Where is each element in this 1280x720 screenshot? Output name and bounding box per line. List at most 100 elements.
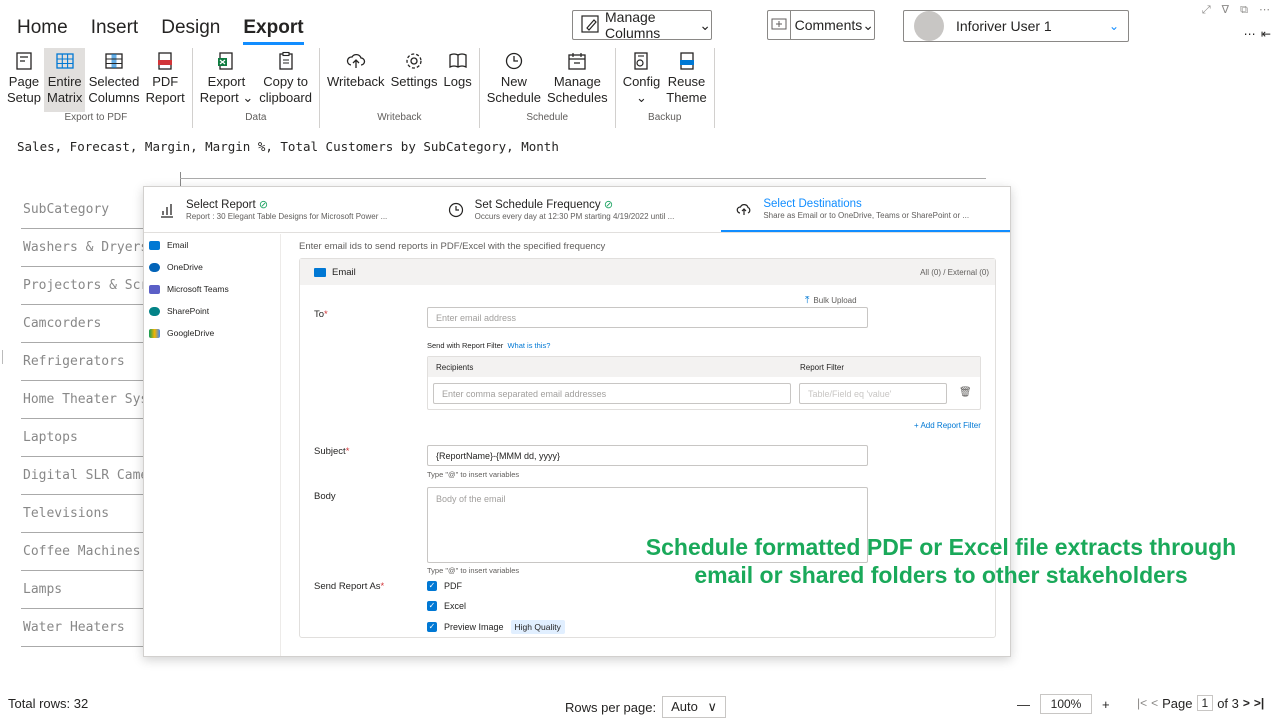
- writeback-button[interactable]: Writeback: [324, 48, 388, 112]
- excel-checkbox[interactable]: ✓ Excel: [427, 601, 466, 611]
- preview-image-checkbox[interactable]: ✓ Preview Image High Quality: [427, 620, 565, 634]
- step-select-report[interactable]: Select Report ⊘ Report : 30 Elegant Tabl…: [144, 187, 433, 232]
- clock-icon: [447, 201, 465, 219]
- visual-header-icons[interactable]: ⤢ ∇ ⧉ ⋯: [1202, 3, 1274, 17]
- wizard-steps: Select Report ⊘ Report : 30 Elegant Tabl…: [144, 187, 1011, 233]
- destination-email[interactable]: Email: [144, 234, 280, 256]
- tab-design[interactable]: Design: [161, 17, 220, 45]
- trash-icon[interactable]: 🗑: [959, 387, 972, 398]
- grid-icon: [53, 50, 77, 72]
- email-settings: Enter email ids to send reports in PDF/E…: [299, 234, 999, 654]
- destination-list: Email OneDrive Microsoft Teams SharePoin…: [144, 234, 281, 656]
- pdf-report-button[interactable]: PDF Report: [143, 48, 188, 112]
- destination-teams[interactable]: Microsoft Teams: [144, 278, 280, 300]
- manage-columns-button[interactable]: Manage Columns ⌄: [572, 9, 712, 41]
- onedrive-icon: [149, 262, 160, 272]
- book-icon: [446, 50, 470, 72]
- recipients-input[interactable]: Enter comma separated email addresses: [433, 383, 791, 404]
- pagination: |< < Page 1 of 3 > >|: [1137, 695, 1265, 711]
- body-variable-hint: Type "@" to insert variables: [427, 566, 520, 575]
- selected-columns-button[interactable]: Selected Columns: [85, 48, 142, 112]
- subject-variable-hint: Type "@" to insert variables: [427, 470, 520, 479]
- to-label: To*: [314, 309, 328, 320]
- comments-label: Comments: [794, 17, 863, 33]
- top-bar: Home Insert Design Export Manage Columns…: [0, 0, 1280, 46]
- destination-googledrive[interactable]: GoogleDrive: [144, 322, 280, 344]
- report-filter-input[interactable]: Table/Field eq 'value': [799, 383, 947, 404]
- page-setup-button[interactable]: Page Setup: [4, 48, 44, 112]
- group-label: Data: [245, 112, 267, 123]
- copy-to-clipboard-button[interactable]: Copy to clipboard: [256, 48, 315, 112]
- checkmark-icon: ✓: [427, 622, 437, 632]
- page-number-input[interactable]: 1: [1196, 695, 1214, 711]
- zoom-in-button[interactable]: +: [1102, 697, 1110, 712]
- cloud-share-icon: [735, 200, 753, 218]
- manage-schedules-button[interactable]: Manage Schedules: [544, 48, 611, 112]
- pdf-icon: [153, 50, 177, 72]
- ribbon: Page Setup Entire Matrix Selected Column…: [0, 48, 720, 128]
- avatar: [914, 11, 944, 41]
- report-filter-header: Recipients Report Filter: [428, 357, 980, 377]
- step-set-schedule-frequency[interactable]: Set Schedule Frequency ⊘ Occurs every da…: [433, 187, 722, 232]
- entire-matrix-button[interactable]: Entire Matrix: [43, 48, 86, 112]
- more-options-icon[interactable]: ⋯ ⇤: [1244, 27, 1272, 41]
- logs-button[interactable]: Logs: [441, 48, 475, 112]
- reuse-theme-button[interactable]: Reuse Theme: [663, 48, 709, 112]
- next-page-icon[interactable]: >: [1243, 696, 1250, 710]
- excel-icon: [214, 50, 238, 72]
- calendar-icon: [565, 50, 589, 72]
- first-page-icon[interactable]: |<: [1137, 696, 1147, 710]
- add-report-filter-link[interactable]: + Add Report Filter: [914, 421, 981, 430]
- report-filter-table: Recipients Report Filter Enter comma sep…: [427, 356, 981, 410]
- export-report-button[interactable]: Export Report ⌄: [197, 48, 257, 112]
- step-select-destinations[interactable]: Select Destinations Share as Email or to…: [721, 187, 1011, 232]
- checkmark-icon: ✓: [427, 581, 437, 591]
- destination-sharepoint[interactable]: SharePoint: [144, 300, 280, 322]
- json-icon: [675, 50, 699, 72]
- prev-page-icon[interactable]: <: [1151, 696, 1158, 710]
- chevron-down-icon: ∨: [707, 699, 718, 714]
- subject-label: Subject*: [314, 446, 350, 457]
- chevron-down-icon: ⌄: [862, 16, 874, 33]
- comments-button[interactable]: Comments ⌄: [767, 10, 875, 40]
- pdf-checkbox[interactable]: ✓ PDF: [427, 581, 462, 591]
- tab-home[interactable]: Home: [17, 17, 68, 45]
- footer-bar: Total rows: 32 Rows per page: Auto ∨ — 10…: [0, 690, 1280, 720]
- config-icon: [629, 50, 653, 72]
- new-schedule-button[interactable]: New Schedule: [484, 48, 544, 112]
- send-report-as-label: Send Report As*: [314, 581, 385, 592]
- body-label: Body: [314, 491, 336, 502]
- to-input[interactable]: Enter email address: [427, 307, 868, 328]
- last-page-icon[interactable]: >|: [1254, 696, 1264, 710]
- ribbon-group-schedule: New Schedule Manage Schedules Schedule: [480, 48, 616, 128]
- checkmark-icon: ✓: [427, 601, 437, 611]
- quality-badge[interactable]: High Quality: [510, 620, 565, 634]
- upload-icon: ⤒: [805, 295, 810, 306]
- recipient-count: All (0) / External (0): [920, 267, 989, 277]
- subject-input[interactable]: {ReportName}-{MMM dd, yyyy}: [427, 445, 868, 466]
- group-label: Export to PDF: [64, 112, 128, 123]
- divider: [2, 350, 3, 364]
- group-label: Schedule: [526, 112, 569, 123]
- bulk-upload-button[interactable]: ⤒ Bulk Upload: [805, 295, 857, 306]
- zoom-out-button[interactable]: —: [1017, 697, 1030, 712]
- config-button[interactable]: Config ⌄: [620, 48, 664, 112]
- rows-per-page-select[interactable]: Auto ∨: [662, 696, 727, 718]
- page-setup-icon: [12, 50, 36, 72]
- ribbon-tabs: Home Insert Design Export: [17, 17, 304, 45]
- intro-text: Enter email ids to send reports in PDF/E…: [299, 241, 606, 252]
- user-selector[interactable]: Inforiver User 1 ⌄: [903, 10, 1129, 42]
- tab-insert[interactable]: Insert: [91, 17, 139, 45]
- group-label: Backup: [648, 112, 682, 123]
- divider: [180, 178, 986, 179]
- tab-export[interactable]: Export: [243, 17, 304, 45]
- comment-add-icon: [768, 11, 791, 39]
- what-is-this-link[interactable]: What is this?: [507, 341, 550, 350]
- settings-button[interactable]: Settings: [388, 48, 441, 112]
- chevron-down-icon: ⌄: [699, 16, 711, 33]
- email-icon: [314, 267, 326, 277]
- promo-caption: Schedule formatted PDF or Excel file ext…: [645, 534, 1237, 588]
- destination-onedrive[interactable]: OneDrive: [144, 256, 280, 278]
- zoom-control: — 100% +: [1017, 694, 1110, 714]
- zoom-level[interactable]: 100%: [1040, 694, 1092, 714]
